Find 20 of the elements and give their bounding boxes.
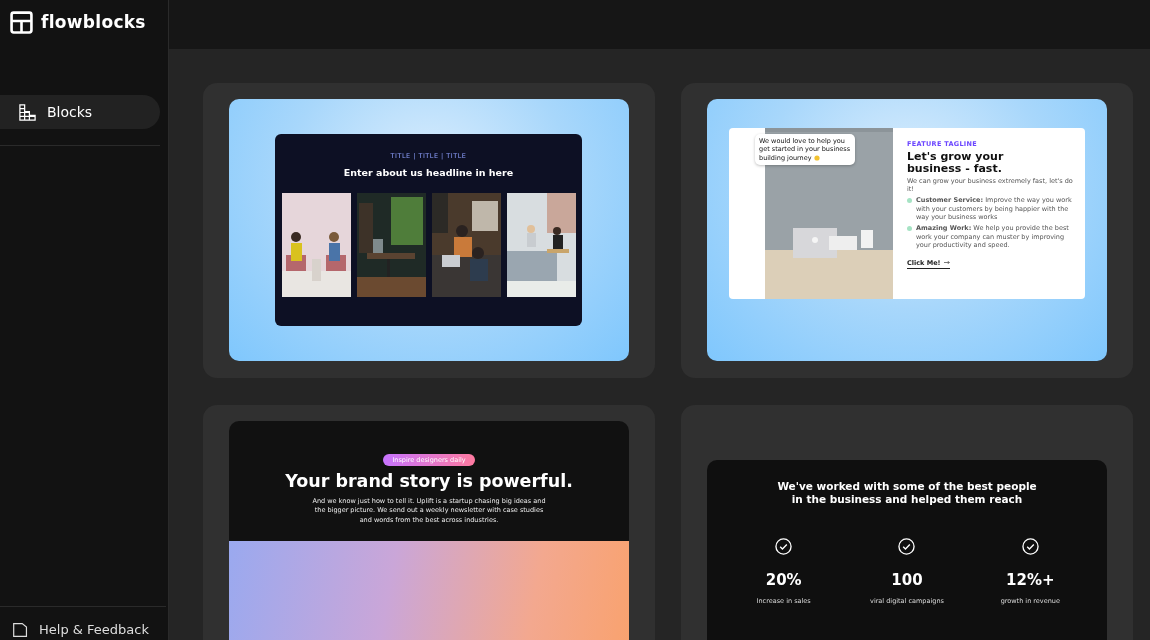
stat-value: 20% [765,571,802,590]
arrow-icon [943,260,950,266]
help-feedback-link[interactable]: Help & Feedback [0,621,168,640]
headline: Enter about us headline in here [343,167,514,178]
bullet-icon [907,226,912,232]
stat-value: 12%+ [1006,571,1055,590]
headline: We've worked with some of the best people in the business and helped them reach [776,480,1038,507]
check-circle-icon [898,538,916,556]
sidebar-item[interactable]: Blocks [0,95,160,129]
bullet-icon [907,198,912,204]
block-card[interactable] [203,405,655,640]
logo-icon [10,10,33,34]
brand-name: flowblocks [41,12,146,32]
block-card[interactable] [681,83,1133,378]
headline: Your brand story is powerful. [285,471,573,491]
check-circle-icon [1021,538,1039,556]
headline: Let's grow your business - fast. [907,151,1005,175]
blocks-icon [18,102,37,122]
stat-value: 100 [891,571,923,590]
check-circle-icon [775,538,793,556]
